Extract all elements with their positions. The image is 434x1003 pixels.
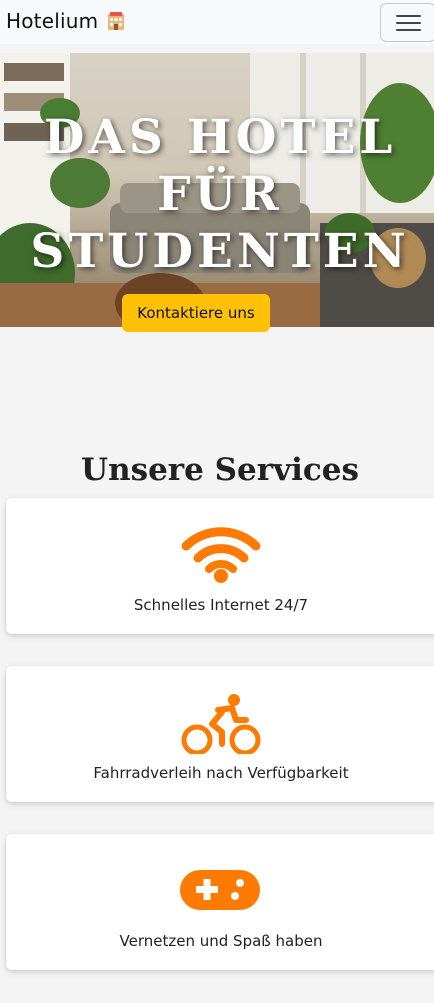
service-label: Fahrradverleih nach Verfügbarkeit	[93, 764, 349, 782]
navbar: Hotelium	[0, 0, 434, 44]
hero-title-line: FÜR	[157, 167, 283, 222]
hotel-icon	[106, 11, 126, 31]
gamepad-icon	[180, 870, 260, 910]
hero-banner: DAS HOTEL FÜR STUDENTEN	[0, 53, 434, 327]
service-label: Schnelles Internet 24/7	[133, 596, 309, 614]
hero-title-line: STUDENTEN	[30, 224, 410, 279]
service-card-games: Vernetzen und Spaß haben	[6, 834, 434, 970]
contact-button[interactable]: Kontaktiere uns	[122, 294, 270, 332]
hero-title-line: DAS HOTEL	[43, 110, 397, 165]
service-label: Vernetzen und Spaß haben	[119, 932, 323, 950]
services-title: Unsere Services	[81, 452, 359, 488]
service-card-bike: Fahrradverleih nach Verfügbarkeit	[6, 666, 434, 802]
hero-title: DAS HOTEL FÜR STUDENTEN	[0, 109, 434, 280]
bicycle-icon	[181, 694, 261, 754]
service-card-internet: Schnelles Internet 24/7	[6, 498, 434, 634]
brand-link[interactable]: Hotelium	[6, 9, 126, 33]
menu-toggle-button[interactable]	[380, 3, 434, 42]
hamburger-menu-icon	[396, 15, 421, 17]
wifi-icon	[181, 527, 261, 583]
brand-name: Hotelium	[6, 9, 99, 33]
